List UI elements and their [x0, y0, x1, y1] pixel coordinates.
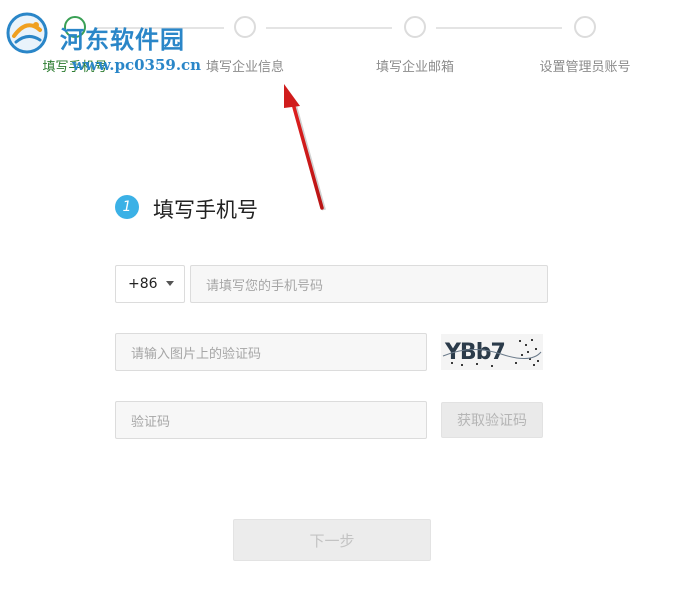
step-connector: [266, 27, 392, 29]
step-number-badge: 1: [115, 195, 139, 219]
step-4-label: 设置管理员账号: [539, 60, 631, 75]
step-2-indicator: [234, 16, 256, 38]
step-connector: [436, 27, 562, 29]
step-3-indicator: [404, 16, 426, 38]
chevron-down-icon: [166, 281, 174, 286]
watermark-url: www.pc0359.cn: [72, 56, 202, 74]
get-code-button[interactable]: 获取验证码: [441, 402, 543, 438]
step-4-indicator: [574, 16, 596, 38]
captcha-placeholder: 请输入图片上的验证码: [131, 346, 262, 362]
captcha-graphic: YBb7: [442, 339, 542, 367]
watermark-title: 河东软件园: [60, 25, 185, 54]
captcha-image[interactable]: YBb7: [441, 334, 543, 370]
sms-code-input[interactable]: 验证码: [115, 401, 427, 439]
next-button[interactable]: 下一步: [233, 519, 431, 561]
country-code-select[interactable]: +86: [115, 265, 185, 303]
step-3-label: 填写企业邮箱: [375, 60, 455, 75]
phone-input[interactable]: 请填写您的手机号码: [190, 265, 548, 303]
sms-code-placeholder: 验证码: [131, 414, 171, 430]
annotation-arrow-icon: [284, 84, 326, 211]
watermark-logo-icon: [6, 12, 48, 54]
page-title: 填写手机号: [153, 198, 258, 222]
site-watermark: 河东软件园 www.pc0359.cn: [4, 10, 214, 74]
captcha-input[interactable]: 请输入图片上的验证码: [115, 333, 427, 371]
country-code-value: +86: [128, 276, 158, 292]
step-2-label: 填写企业信息: [205, 60, 285, 75]
phone-placeholder: 请填写您的手机号码: [206, 278, 324, 294]
